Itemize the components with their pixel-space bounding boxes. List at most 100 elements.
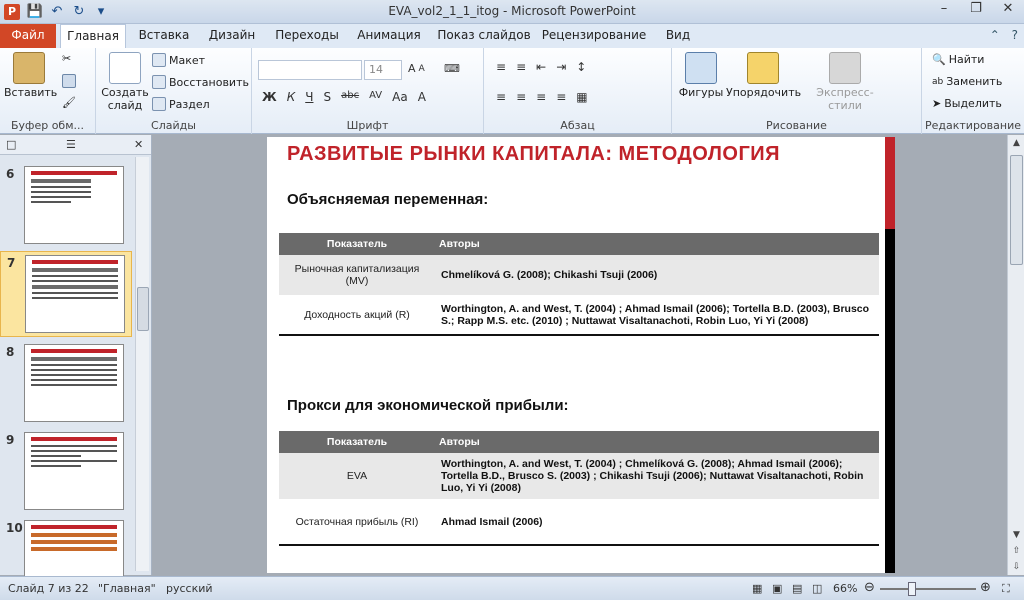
section-button[interactable]: Раздел [152,97,210,111]
slides-tab-icon[interactable]: □ [6,138,16,151]
select-button[interactable]: ➤ Выделить [932,97,1002,110]
slides-panel: □ ☰ ✕ 6 7 8 9 10 [0,135,152,598]
next-slide-icon[interactable]: ⇩ [1008,559,1024,575]
slide-thumbnail-7[interactable]: 7 [0,251,132,337]
line-spacing-icon[interactable]: ↕ [576,60,586,74]
close-icon[interactable]: ✕ [992,0,1024,20]
section2-heading: Прокси для экономической прибыли: [287,397,569,414]
panel-tabs: □ ☰ ✕ [0,135,151,155]
replace-button[interactable]: ab Заменить [932,75,1002,88]
tab-animations[interactable]: Анимация [350,24,428,48]
layout-button[interactable]: Макет [152,53,205,67]
clipboard-group: Вставить ✂ 🖌 Буфер обм... [0,48,96,134]
cut-button[interactable]: ✂ [62,52,71,65]
slides-group: Создать слайд Макет Восстановить Раздел … [96,48,252,134]
theme-name[interactable]: "Главная" [98,582,156,595]
align-left-icon[interactable]: ≡ [496,90,506,104]
slides-group-label: Слайды [151,119,196,132]
reading-view-icon[interactable]: ▤ [792,582,802,595]
columns-icon[interactable]: ▦ [576,90,587,104]
outline-tab-icon[interactable]: ☰ [66,138,76,151]
zoom-slider[interactable] [880,588,976,590]
bold-button[interactable]: Ж [262,90,277,104]
decrease-indent-icon[interactable]: ⇤ [536,60,546,74]
slideshow-view-icon[interactable]: ◫ [812,582,822,595]
paragraph-group: ≡ ≡ ⇤ ⇥ ↕ ≡ ≡ ≡ ≡ ▦ Абзац [484,48,672,134]
clear-format-button[interactable]: ⌨ [444,62,460,75]
shapes-button[interactable]: Фигуры [678,52,724,99]
drawing-group: Фигуры Упорядочить Экспресс-стили Рисова… [672,48,922,134]
spacing-button[interactable]: AV [369,90,382,104]
new-slide-button[interactable]: Создать слайд [100,52,150,112]
language-indicator[interactable]: русский [166,582,213,595]
format-painter-button[interactable]: 🖌 [62,96,76,109]
underline-button[interactable]: Ч [305,90,313,104]
tab-slideshow[interactable]: Показ слайдов [436,24,532,48]
zoom-slider-handle[interactable] [908,582,916,596]
font-color-button[interactable]: A [418,90,426,104]
new-slide-icon [109,52,141,84]
numbering-icon[interactable]: ≡ [516,60,526,74]
tab-view[interactable]: Вид [656,24,700,48]
status-bar: Слайд 7 из 22 "Главная" русский ▦ ▣ ▤ ◫ … [0,576,1024,600]
zoom-out-icon[interactable]: ⊖ [864,580,875,595]
vertical-scrollbar[interactable]: ▲ ▼ ⇧ ⇩ [1007,135,1024,575]
thumbnail-image [24,432,124,510]
shadow-button[interactable]: S [323,90,331,104]
find-button[interactable]: 🔍 Найти [932,53,984,66]
thumbnail-image [24,166,124,244]
quick-styles-button[interactable]: Экспресс-стили [802,52,888,112]
scissors-icon: ✂ [62,52,72,65]
scroll-down-icon[interactable]: ▼ [1008,527,1024,543]
scroll-up-icon[interactable]: ▲ [1008,135,1024,151]
zoom-in-icon[interactable]: ⊕ [980,580,991,595]
close-panel-icon[interactable]: ✕ [134,138,143,151]
change-case-button[interactable]: Aa [392,90,408,104]
slide-thumbnail-6[interactable]: 6 [0,163,132,249]
slide-sorter-icon[interactable]: ▣ [772,582,782,595]
slide-side-bar [885,137,895,573]
slide-thumbnail-9[interactable]: 9 [0,429,132,515]
font-name-combo[interactable] [258,60,362,80]
table-row: Доходность акций (R) Worthington, A. and… [304,302,870,327]
normal-view-icon[interactable]: ▦ [752,582,762,595]
zoom-level[interactable]: 66% [833,582,857,595]
grow-font-button[interactable]: AA [408,62,425,75]
layout-icon [152,53,166,67]
italic-button[interactable]: К [287,90,296,104]
slide-thumbnail-8[interactable]: 8 [0,341,132,427]
table-header-indicator: Показатель [279,431,435,453]
title-bar: P 💾 ↶ ↻ ▾ EVA_vol2_1_1_itog - Microsoft … [0,0,1024,24]
tab-home[interactable]: Главная [60,24,126,48]
fit-to-window-icon[interactable]: ⛶ [1002,582,1010,596]
align-right-icon[interactable]: ≡ [536,90,546,104]
tab-transitions[interactable]: Переходы [270,24,344,48]
reset-button[interactable]: Восстановить [152,75,249,89]
arrange-button[interactable]: Упорядочить [726,52,801,99]
align-center-icon[interactable]: ≡ [516,90,526,104]
tab-insert[interactable]: Вставка [134,24,194,48]
tab-design[interactable]: Дизайн [202,24,262,48]
previous-slide-icon[interactable]: ⇧ [1008,543,1024,559]
tab-file[interactable]: Файл [0,24,56,48]
help-icon[interactable]: ? [1012,28,1018,42]
collapse-ribbon-icon[interactable]: ⌃ [990,28,1000,42]
panel-scroll-thumb[interactable] [137,287,149,331]
restore-icon[interactable]: ❐ [960,0,992,20]
font-size-combo[interactable]: 14 [364,60,402,80]
copy-button[interactable] [62,74,76,88]
tab-review[interactable]: Рецензирование [540,24,648,48]
reset-icon [152,75,166,89]
replace-icon: ab [932,76,944,87]
justify-icon[interactable]: ≡ [556,90,566,104]
clipboard-group-label: Буфер обм... [10,119,84,132]
current-slide[interactable]: РАЗВИТЫЕ РЫНКИ КАПИТАЛА: МЕТОДОЛОГИЯ Объ… [267,137,895,573]
slide-counter: Слайд 7 из 22 [8,582,89,595]
minimize-icon[interactable]: – [928,0,960,20]
strikethrough-button[interactable]: abc [341,90,359,104]
increase-indent-icon[interactable]: ⇥ [556,60,566,74]
scroll-thumb[interactable] [1010,155,1023,265]
panel-scrollbar[interactable] [135,157,149,571]
bullets-icon[interactable]: ≡ [496,60,506,74]
paste-button[interactable]: Вставить [4,52,57,99]
